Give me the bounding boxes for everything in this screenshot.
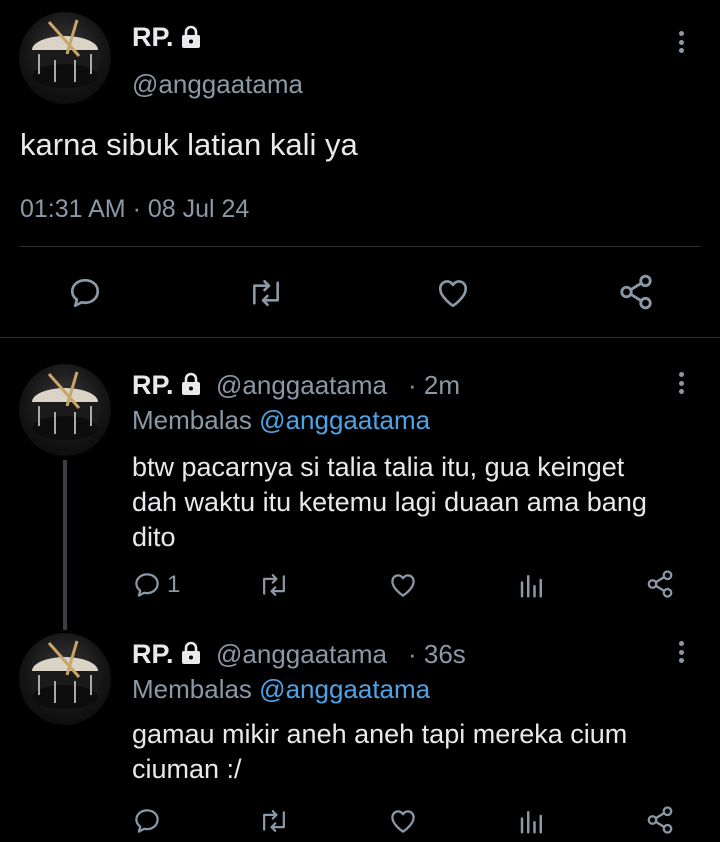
more-options-icon[interactable] [674,372,688,394]
share-icon [620,274,652,310]
share-button[interactable] [645,805,675,835]
avatar[interactable] [19,12,111,104]
divider [0,337,720,338]
retweet-button[interactable] [258,806,290,836]
analytics-button[interactable] [517,806,547,836]
lock-icon [178,24,204,50]
like-button[interactable] [434,275,472,311]
reply-button[interactable]: 1 [132,570,180,600]
tweet-time: · 2m [408,370,460,400]
reply-icon [70,278,100,308]
thread-line [63,460,67,630]
tweet-text-line: ciuman :/ [132,754,242,784]
more-options-icon[interactable] [674,641,688,663]
avatar[interactable] [19,633,111,725]
tweet-text-line: dito [132,522,176,552]
share-button[interactable] [645,569,675,599]
retweet-button[interactable] [258,570,290,600]
retweet-button[interactable] [247,275,285,311]
like-button[interactable] [387,570,419,600]
lock-icon [178,371,204,397]
like-button[interactable] [387,806,419,836]
replying-to: Membalas @anggaatama [132,674,430,705]
like-icon [391,810,415,833]
share-icon [647,570,673,598]
user-handle[interactable]: @anggaatama [132,69,303,100]
analytics-button[interactable] [517,570,547,600]
drum-avatar-image [32,640,98,709]
avatar[interactable] [19,364,111,456]
like-icon [438,280,468,308]
tweet-text-line: gamau mikir aneh aneh tapi mereka cium [132,719,628,749]
replying-prefix: Membalas [132,405,252,435]
reply-icon [135,809,159,833]
share-button[interactable] [617,273,655,311]
reply-icon [135,573,159,597]
reply-button[interactable] [67,275,103,311]
divider [20,246,700,247]
like-icon [391,574,415,597]
analytics-icon [520,575,542,598]
tweet-text: gamau mikir aneh aneh tapi mereka cium c… [132,717,627,787]
tweet-text-line: btw pacarnya si talia talia itu, gua kei… [132,452,625,482]
tweet-timestamp: 01:31 AM · 08 Jul 24 [20,195,250,223]
display-name[interactable]: RP. [132,370,174,401]
tweet-text: btw pacarnya si talia talia itu, gua kei… [132,450,647,555]
drum-avatar-image [32,19,98,88]
tweet-time: · 36s [408,639,466,669]
reply-count: 1 [167,571,181,598]
replying-prefix: Membalas [132,674,252,704]
lock-icon [178,640,204,666]
display-name[interactable]: RP. [132,22,174,53]
retweet-icon [252,279,280,307]
replying-to: Membalas @anggaatama [132,405,430,436]
user-handle[interactable]: @anggaatama [216,370,387,401]
replying-to-link[interactable]: @anggaatama [259,674,430,704]
replying-to-link[interactable]: @anggaatama [259,405,430,435]
user-handle[interactable]: @anggaatama [216,639,387,670]
retweet-icon [263,810,285,832]
share-icon [647,806,673,834]
reply-button[interactable] [132,806,167,836]
analytics-icon [520,811,542,834]
drum-avatar-image [32,371,98,440]
retweet-icon [263,574,285,596]
tweet-text: karna sibuk latian kali ya [20,127,358,162]
tweet-text-line: dah waktu itu ketemu lagi duaan ama bang [132,487,647,517]
display-name[interactable]: RP. [132,639,174,670]
more-options-icon[interactable] [674,31,688,53]
